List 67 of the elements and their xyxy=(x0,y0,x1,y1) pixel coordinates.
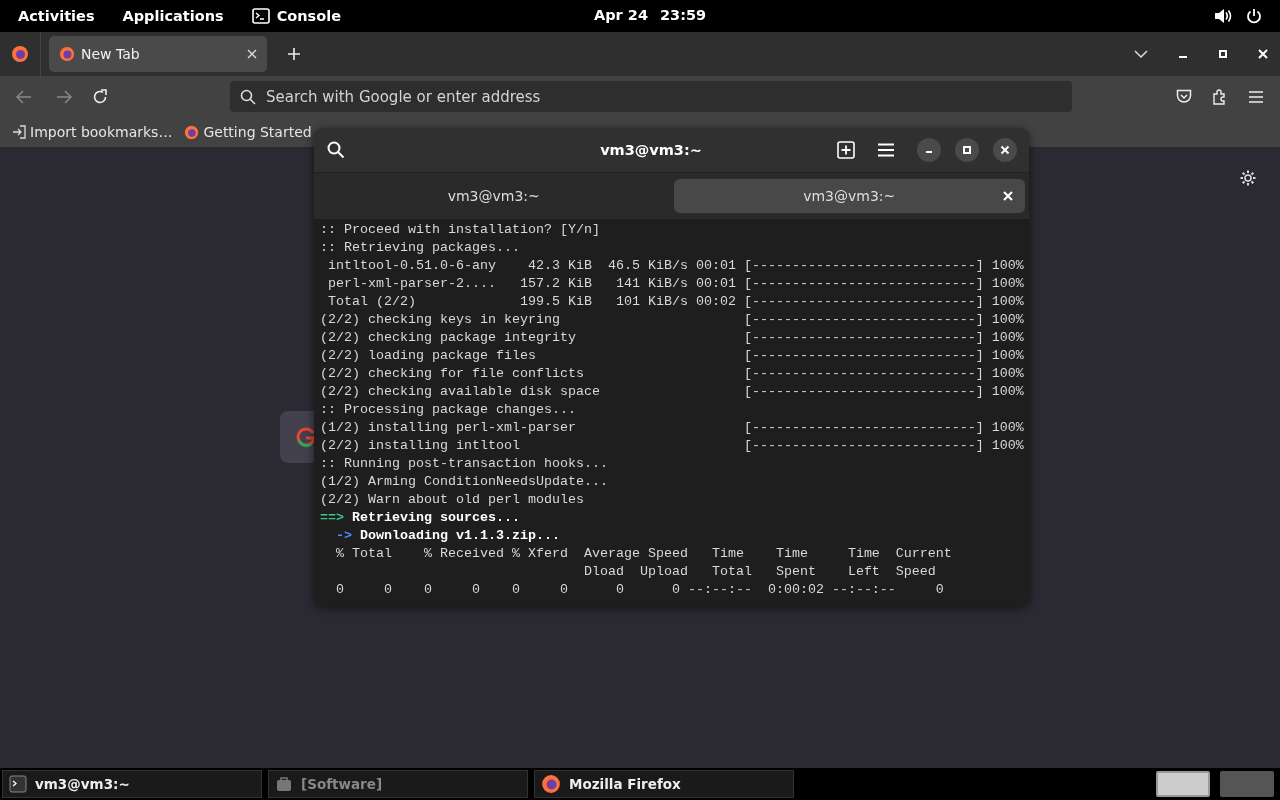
search-icon xyxy=(240,88,256,105)
search-icon[interactable] xyxy=(327,141,345,159)
workspace-thumbnail[interactable] xyxy=(1156,771,1210,797)
reload-icon[interactable] xyxy=(92,88,108,105)
browser-logo-icon[interactable] xyxy=(11,45,29,63)
bookmark-item[interactable]: Import bookmarks… xyxy=(12,124,173,140)
terminal-line: 0 0 0 0 0 0 0 0 --:--:-- 0:00:02 --:--:-- 0 xyxy=(335,581,945,599)
browser-logo-icon xyxy=(184,124,200,140)
terminal-line: :: Processing package changes... xyxy=(320,401,577,419)
minimize-button[interactable] xyxy=(917,138,941,162)
terminal-line: -> Downloading v1.1.3.zip... xyxy=(335,527,561,545)
app-menu[interactable]: Console xyxy=(251,8,341,24)
applications-menu[interactable]: Applications xyxy=(122,8,224,24)
import-icon xyxy=(12,125,26,139)
taskbar-item[interactable]: vm3@vm3:~ xyxy=(2,770,262,798)
close-button[interactable] xyxy=(993,138,1017,162)
pocket-icon[interactable] xyxy=(1176,89,1192,104)
forward-icon[interactable] xyxy=(56,89,72,104)
terminal-tab[interactable]: vm3@vm3:~ xyxy=(318,179,670,213)
terminal-line: % Total % Received % Xferd Average Speed Time Time Time Current xyxy=(335,545,953,563)
terminal-line: (1/2) Arming ConditionNeedsUpdate... xyxy=(320,473,609,491)
taskbar-item[interactable]: [Software] xyxy=(268,770,528,798)
maximize-button[interactable] xyxy=(955,138,979,162)
browser-logo-icon xyxy=(59,46,75,62)
terminal-line: ==> Retrieving sources... xyxy=(320,509,521,527)
terminal-line: intltool-0.51.0-6-any 42.3 KiB 46.5 KiB/s 00:01 [----------------------------] 100% xyxy=(327,257,1025,275)
new-tab-icon[interactable] xyxy=(287,47,301,61)
chevron-down-icon[interactable] xyxy=(1134,49,1148,59)
settings-icon[interactable] xyxy=(1239,169,1257,187)
terminal-line: perl-xml-parser-2.... 157.2 KiB 141 KiB/s 00:01 [----------------------------] 100% xyxy=(327,275,1025,293)
terminal-line: (2/2) installing intltool [----------------------------] 100% xyxy=(320,437,1025,455)
volume-icon[interactable] xyxy=(1214,8,1232,24)
shortcut-tile[interactable] xyxy=(280,411,314,463)
ring-icon xyxy=(296,427,314,447)
terminal-line: (2/2) Warn about old perl modules xyxy=(320,491,585,509)
browser-tab[interactable]: New Tab xyxy=(49,36,267,72)
terminal-line: :: Retrieving packages... xyxy=(320,239,521,257)
taskbar-item[interactable]: Mozilla Firefox xyxy=(534,770,794,798)
terminal-line: :: Proceed with installation? [Y/n] xyxy=(320,221,601,239)
activities-button[interactable]: Activities xyxy=(18,8,95,24)
terminal-line: (2/2) checking available disk space [----------------------------] 100% xyxy=(320,383,1025,401)
power-icon[interactable] xyxy=(1246,8,1262,24)
workspace-thumbnail[interactable] xyxy=(1220,771,1274,797)
close-icon[interactable] xyxy=(247,49,257,59)
terminal-line: (2/2) checking package integrity [----------------------------] 100% xyxy=(320,329,1025,347)
terminal-tab[interactable]: vm3@vm3:~ xyxy=(673,179,1025,213)
puzzle-icon[interactable] xyxy=(1212,88,1228,105)
terminal-line: (2/2) checking for file conflicts [----------------------------] 100% xyxy=(320,365,1025,383)
close-icon xyxy=(1000,145,1010,155)
address-bar[interactable]: Search with Google or enter address xyxy=(230,81,1072,112)
maximize-icon xyxy=(962,145,972,155)
terminal-icon xyxy=(251,8,270,24)
briefcase-icon xyxy=(275,775,293,793)
back-icon[interactable] xyxy=(16,89,32,104)
maximize-icon[interactable] xyxy=(1218,49,1228,59)
terminal-line: (2/2) checking keys in keyring [----------------------------] 100% xyxy=(320,311,1025,329)
terminal-line: (1/2) installing perl-xml-parser [----------------------------] 100% xyxy=(320,419,1025,437)
terminal-line: (2/2) loading package files [----------------------------] 100% xyxy=(320,347,1025,365)
window-title: vm3@vm3:~ xyxy=(599,142,703,158)
clock[interactable]: Apr 24 23:59 xyxy=(594,7,707,23)
bookmark-item[interactable]: Getting Started xyxy=(184,124,312,140)
menu-icon[interactable] xyxy=(1248,89,1264,104)
terminal-icon xyxy=(9,775,27,793)
terminal-line: :: Running post-transaction hooks... xyxy=(320,455,609,473)
terminal-line: Total (2/2) 199.5 KiB 101 KiB/s 00:02 [----------------------------] 100% xyxy=(327,293,1025,311)
terminal-line: Dload Upload Total Spent Left Speed xyxy=(582,563,937,581)
browser-logo-icon xyxy=(541,774,561,794)
